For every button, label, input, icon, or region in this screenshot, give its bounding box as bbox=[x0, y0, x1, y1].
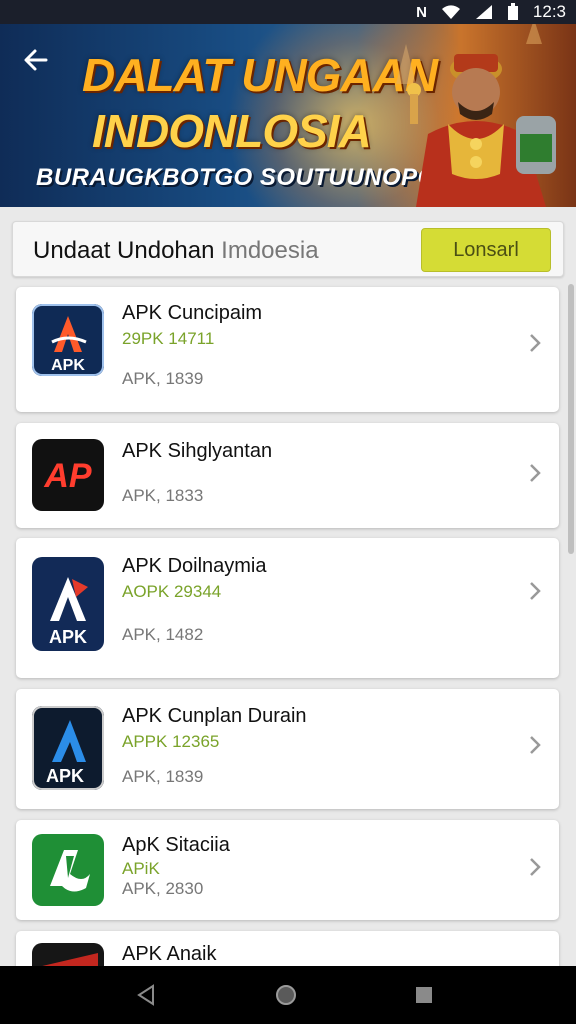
app-name: APK Anaik bbox=[122, 943, 217, 965]
app-size: APK, 1839 bbox=[122, 369, 204, 388]
app-name: APK Doilnaymia bbox=[122, 555, 267, 577]
app-icon-label: APK bbox=[51, 357, 85, 374]
banner-mascot-illustration bbox=[396, 24, 556, 207]
app-icon bbox=[32, 834, 104, 906]
list-item[interactable]: AP APK Sihglyantan APK, 1833 bbox=[16, 423, 559, 528]
app-name: APK Cuncipaim bbox=[122, 302, 263, 324]
header-action-button[interactable]: Lonsarl bbox=[421, 228, 551, 272]
app-size: APK, 2830 bbox=[122, 879, 204, 898]
section-title-muted: Imdoesia bbox=[221, 237, 319, 264]
status-bar: N 12:3 bbox=[0, 0, 576, 24]
battery-icon bbox=[507, 3, 518, 20]
list-item[interactable]: APK APK Doilnaymia AOPK 29344 APK, 1482 bbox=[16, 538, 559, 678]
app-icon: APK bbox=[32, 304, 104, 376]
signal-icon bbox=[475, 5, 492, 19]
list-item[interactable]: APK APK Cunplan Durain APPK 12365 APK, 1… bbox=[16, 689, 559, 809]
app-name: APK Cunplan Durain bbox=[122, 705, 307, 727]
app-version: APiK bbox=[122, 859, 160, 878]
section-title: Undaat Undohan Imdoesia bbox=[33, 237, 319, 265]
app-size: APK, 1839 bbox=[122, 767, 204, 786]
app-version: APPK 12365 bbox=[122, 732, 220, 751]
chevron-right-icon bbox=[530, 464, 541, 482]
back-arrow-icon[interactable] bbox=[22, 46, 50, 74]
app-size: APK, 1833 bbox=[122, 486, 204, 505]
chevron-right-icon bbox=[530, 858, 541, 876]
nav-home-icon[interactable] bbox=[274, 983, 298, 1007]
scrollbar[interactable] bbox=[568, 284, 574, 554]
nav-back-icon[interactable] bbox=[134, 983, 158, 1007]
app-name: ApK Sitaciia bbox=[122, 834, 230, 856]
app-icon-label: AP bbox=[43, 457, 92, 495]
hero-banner: DALAT UNGAAN INDONLOSIA BURAUGKBOTGO SOU… bbox=[0, 24, 576, 207]
wifi-icon bbox=[441, 5, 460, 19]
list-item[interactable]: ApK Sitaciia APiK APK, 2830 bbox=[16, 820, 559, 920]
section-header: Undaat Undohan Imdoesia Lonsarl bbox=[12, 221, 564, 277]
system-nav-bar bbox=[0, 966, 576, 1024]
app-icon: AP bbox=[32, 439, 104, 511]
app-icon-label: APK bbox=[49, 627, 87, 647]
app-name: APK Sihglyantan bbox=[122, 440, 273, 462]
banner-headline-2: INDONLOSIA bbox=[92, 105, 372, 157]
status-time: 12:3 bbox=[532, 2, 566, 21]
app-icon-label: APK bbox=[46, 766, 84, 786]
list-item[interactable]: APK APK Cuncipaim 29PK 14711 APK, 1839 bbox=[16, 287, 559, 412]
nav-recents-icon[interactable] bbox=[414, 985, 434, 1005]
app-icon: APK bbox=[32, 706, 104, 790]
nfc-icon: N bbox=[416, 3, 427, 21]
app-version: AOPK 29344 bbox=[122, 582, 222, 601]
list-item[interactable]: APK Anaik bbox=[16, 931, 559, 971]
app-screen: N 12:3 DALAT UNGAAN INDONLOSIA BURAUGKBO… bbox=[0, 0, 576, 1024]
chevron-right-icon bbox=[530, 736, 541, 754]
app-icon: APK bbox=[32, 557, 104, 651]
app-size: APK, 1482 bbox=[122, 625, 204, 644]
chevron-right-icon bbox=[530, 334, 541, 352]
chevron-right-icon bbox=[530, 582, 541, 600]
app-version: 29PK 14711 bbox=[122, 329, 215, 348]
section-title-main: Undaat Undohan bbox=[33, 237, 215, 264]
